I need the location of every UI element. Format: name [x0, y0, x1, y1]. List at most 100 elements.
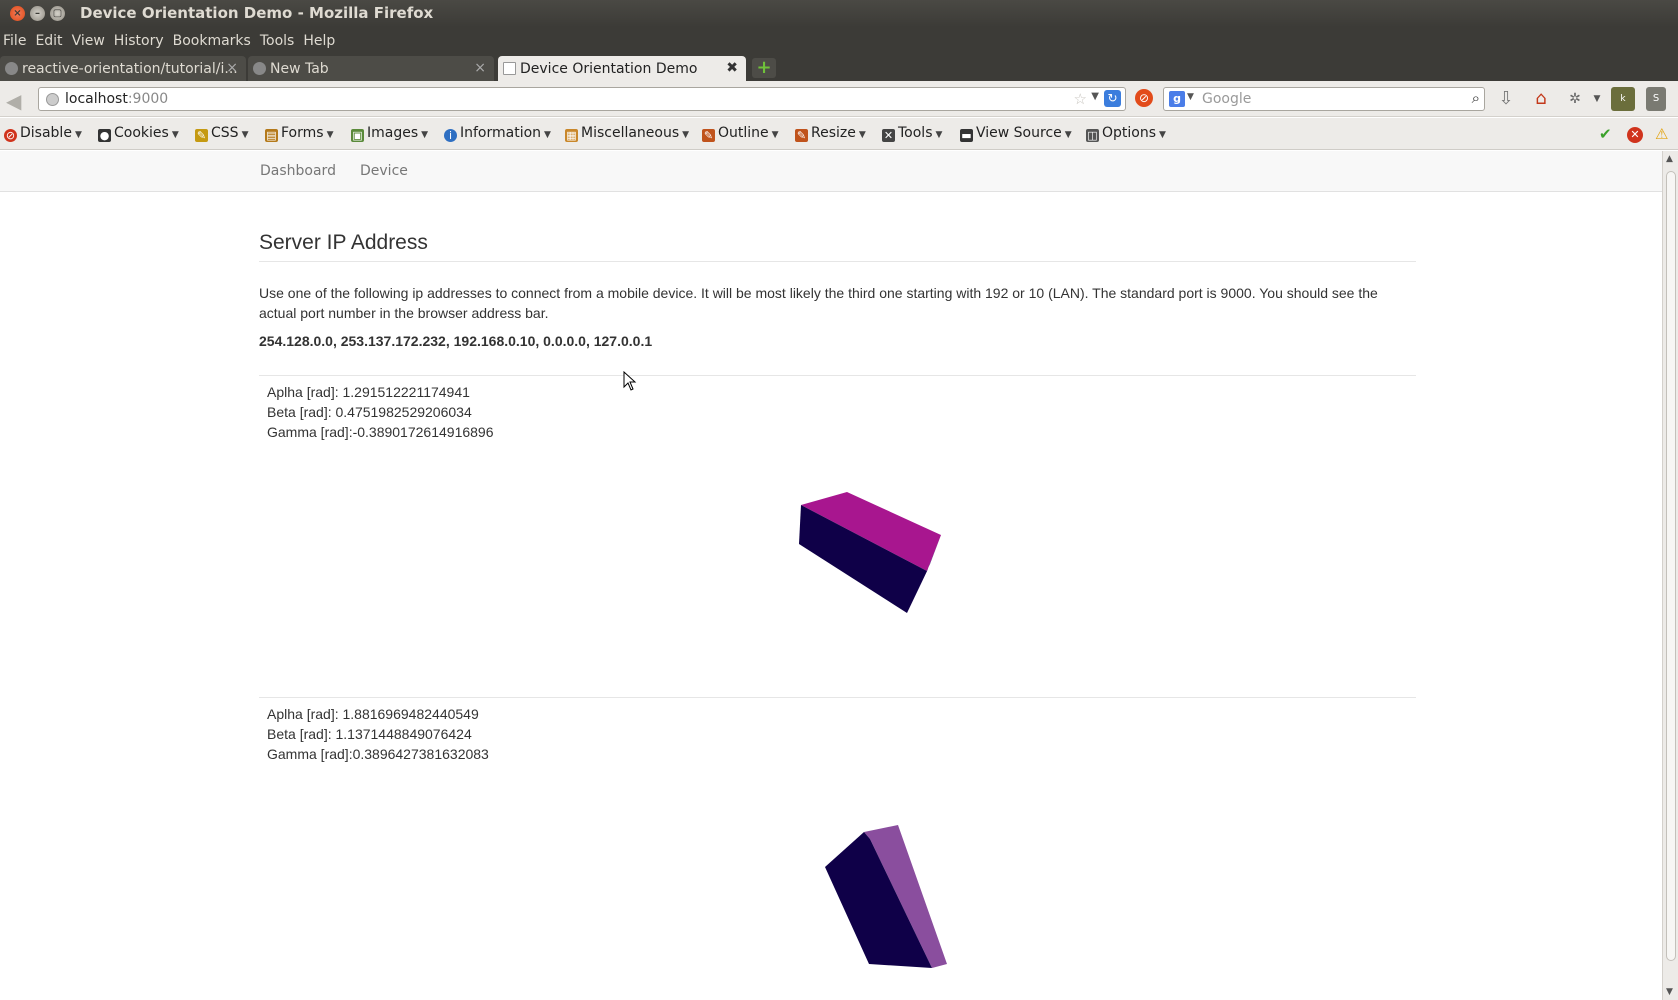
url-host: localhost — [65, 91, 128, 107]
adblock-icon[interactable]: ⊘ — [1135, 89, 1153, 107]
menu-bookmarks[interactable]: Bookmarks — [169, 27, 256, 49]
tab-close-icon[interactable]: × — [226, 60, 238, 76]
devbar-forms[interactable]: ▤ Forms ▼ — [265, 125, 333, 142]
tab-device-orientation-demo[interactable]: Device Orientation Demo ✖ — [498, 56, 746, 81]
warning-icon[interactable]: ⚠ — [1655, 125, 1668, 143]
site-identity-icon[interactable] — [46, 93, 59, 106]
tab-close-icon[interactable]: ✖ — [726, 60, 738, 76]
devbar-information[interactable]: i Information ▼ — [444, 125, 551, 142]
resize-icon: ✎ — [795, 129, 808, 142]
window-titlebar: × – ▢ Device Orientation Demo - Mozilla … — [0, 0, 1678, 27]
menu-view[interactable]: View — [68, 27, 110, 49]
menubar: File Edit View History Bookmarks Tools Help — [0, 27, 1678, 54]
beta-value: Beta [rad]: 0.4751982529206034 — [267, 404, 472, 420]
ip-address-list: 254.128.0.0, 253.137.172.232, 192.168.0.… — [259, 333, 653, 349]
window-maximize-button[interactable]: ▢ — [50, 6, 65, 21]
devbar-cookies[interactable]: ● Cookies ▼ — [98, 125, 179, 142]
alpha-value: Aplha [rad]: 1.291512221174941 — [267, 384, 470, 400]
orientation-cube-1 — [799, 492, 941, 613]
ip-description: Use one of the following ip addresses to… — [259, 285, 1378, 321]
url-port: :9000 — [127, 91, 169, 107]
navigation-toolbar: ◀ localhost:9000 ☆ ▼ ↻ ⊘ g ▼ Google ⌕ ⇩ … — [0, 81, 1678, 117]
menu-history[interactable]: History — [110, 27, 169, 49]
devbar-resize[interactable]: ✎ Resize ▼ — [795, 125, 866, 142]
home-icon[interactable]: ⌂ — [1529, 87, 1553, 111]
tabbar: reactive-orientation/tutorial/i... × New… — [0, 54, 1678, 81]
disable-icon: ⊘ — [4, 129, 17, 142]
orientation-readout-2: Aplha [rad]: 1.8816969482440549 Beta [ra… — [267, 704, 489, 764]
scrollbar-thumb[interactable] — [1666, 171, 1676, 961]
tab-label: Device Orientation Demo — [520, 61, 698, 77]
page-icon — [253, 62, 266, 75]
devbar-view-source[interactable]: ▬ View Source ▼ — [960, 125, 1072, 142]
beta-value: Beta [rad]: 1.1371448849076424 — [267, 726, 472, 742]
menu-help[interactable]: Help — [299, 27, 340, 49]
devbar-outline[interactable]: ✎ Outline ▼ — [702, 125, 779, 142]
devbar-options[interactable]: ◫ Options ▼ — [1086, 125, 1166, 142]
tools-icon: ✕ — [882, 129, 895, 142]
divider — [259, 375, 1416, 376]
site-navbar: Dashboard Device — [0, 151, 1662, 192]
divider — [259, 261, 1416, 262]
github-icon — [5, 62, 18, 75]
window-minimize-button[interactable]: – — [30, 6, 45, 21]
css-valid-check-icon[interactable]: ✔ — [1599, 125, 1612, 143]
page-viewport: Dashboard Device Server IP Address Use o… — [0, 151, 1662, 1000]
information-icon: i — [444, 129, 457, 142]
view-source-icon: ▬ — [960, 129, 973, 142]
devbar-tools[interactable]: ✕ Tools ▼ — [882, 125, 942, 142]
tab-label: reactive-orientation/tutorial/i... — [22, 61, 238, 77]
page-title: Server IP Address — [259, 231, 428, 254]
search-placeholder: Google — [1202, 91, 1252, 107]
vertical-scrollbar[interactable]: ▲ ▼ — [1662, 151, 1678, 1000]
back-arrow-icon[interactable]: ◀ — [6, 89, 21, 113]
addon-dropdown-icon[interactable]: ▼ — [1585, 87, 1609, 111]
devbar-miscellaneous[interactable]: ▦ Miscellaneous ▼ — [565, 125, 689, 142]
miscellaneous-icon: ▦ — [565, 129, 578, 142]
tab-new-tab[interactable]: New Tab × — [248, 56, 494, 81]
url-bar[interactable]: localhost:9000 ☆ ▼ ↻ — [38, 87, 1126, 111]
downloads-icon[interactable]: ⇩ — [1494, 87, 1518, 111]
search-bar[interactable]: g ▼ Google ⌕ — [1163, 87, 1485, 111]
nav-dashboard-link[interactable]: Dashboard — [260, 163, 336, 179]
html-error-icon[interactable]: ✕ — [1627, 127, 1643, 143]
mouse-cursor-icon — [623, 371, 637, 391]
sc-extension-icon[interactable]: S — [1646, 87, 1666, 111]
web-developer-toolbar: ⊘ Disable ▼ ● Cookies ▼ ✎ CSS ▼ ▤ Forms ▼ ▣ Image… — [0, 118, 1678, 150]
devbar-css[interactable]: ✎ CSS ▼ — [195, 125, 248, 142]
addon-icon[interactable]: ✲ — [1563, 87, 1587, 111]
kindle-icon[interactable]: k — [1611, 87, 1635, 111]
tab-close-icon[interactable]: × — [474, 60, 486, 76]
nav-device-link[interactable]: Device — [360, 163, 408, 179]
forms-icon: ▤ — [265, 129, 278, 142]
devbar-images[interactable]: ▣ Images ▼ — [351, 125, 428, 142]
devbar-disable[interactable]: ⊘ Disable ▼ — [4, 125, 82, 142]
orientation-readout-1: Aplha [rad]: 1.291512221174941 Beta [rad… — [267, 382, 494, 442]
url-history-dropdown-icon[interactable]: ▼ — [1091, 91, 1099, 102]
orientation-cube-2 — [825, 825, 947, 968]
gamma-value: Gamma [rad]:-0.3890172614916896 — [267, 424, 494, 440]
tab-label: New Tab — [270, 61, 329, 77]
scroll-up-arrow-icon[interactable]: ▲ — [1666, 154, 1673, 164]
css-icon: ✎ — [195, 129, 208, 142]
scroll-down-arrow-icon[interactable]: ▼ — [1666, 987, 1673, 997]
window-close-button[interactable]: × — [10, 6, 25, 21]
google-search-engine-icon[interactable]: g — [1169, 91, 1185, 107]
menu-edit[interactable]: Edit — [31, 27, 67, 49]
menu-file[interactable]: File — [0, 27, 31, 49]
reload-icon[interactable]: ↻ — [1104, 90, 1121, 107]
images-icon: ▣ — [351, 129, 364, 142]
alpha-value: Aplha [rad]: 1.8816969482440549 — [267, 706, 479, 722]
options-icon: ◫ — [1086, 129, 1099, 142]
search-engine-dropdown-icon[interactable]: ▼ — [1187, 92, 1194, 102]
divider — [259, 697, 1416, 698]
tab-reactive-orientation[interactable]: reactive-orientation/tutorial/i... × — [0, 56, 246, 81]
new-tab-button[interactable]: + — [752, 58, 776, 78]
bookmark-star-icon[interactable]: ☆ — [1074, 90, 1087, 108]
outline-icon: ✎ — [702, 129, 715, 142]
cookies-icon: ● — [98, 129, 111, 142]
menu-tools[interactable]: Tools — [256, 27, 300, 49]
gamma-value: Gamma [rad]:0.3896427381632083 — [267, 746, 489, 762]
search-magnifier-icon[interactable]: ⌕ — [1472, 89, 1480, 107]
window-title: Device Orientation Demo - Mozilla Firefo… — [80, 4, 434, 22]
